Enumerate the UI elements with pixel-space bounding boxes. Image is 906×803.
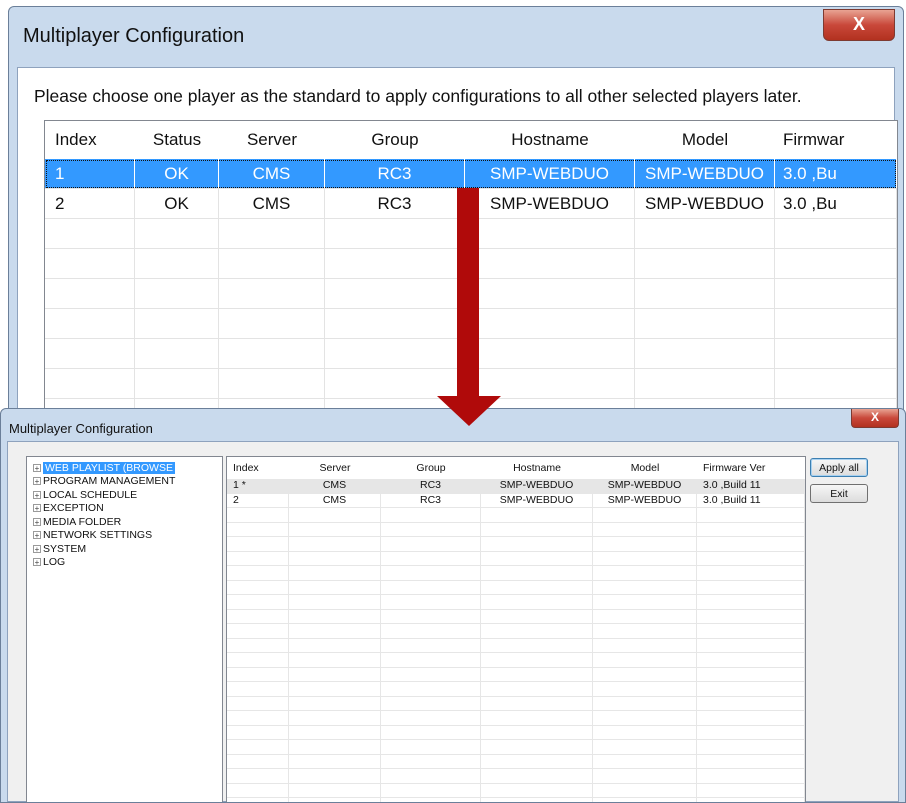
- player-list-header: Index Status Server Group Hostname Model…: [45, 121, 897, 159]
- cell-firmware: 3.0 ,Bu: [775, 159, 897, 188]
- column-header-group[interactable]: Group: [381, 457, 481, 479]
- expand-icon[interactable]: +: [33, 558, 41, 567]
- empty-row: [227, 551, 805, 566]
- empty-row: [227, 711, 805, 726]
- empty-row: [227, 725, 805, 740]
- empty-row: [227, 798, 805, 802]
- cell-server: CMS: [289, 479, 381, 493]
- column-header-group[interactable]: Group: [325, 121, 465, 159]
- multiplayer-configuration-dialog: Multiplayer Configuration X + WEB PLAYLIS…: [0, 408, 906, 803]
- expand-icon[interactable]: +: [33, 490, 41, 499]
- tree-item-system[interactable]: + SYSTEM: [27, 542, 222, 556]
- column-header-firmware[interactable]: Firmware Ver: [697, 457, 805, 479]
- tree-item-program-management[interactable]: + PROGRAM MANAGEMENT: [27, 475, 222, 489]
- cell-status: OK: [135, 159, 219, 188]
- cell-group: RC3: [381, 479, 481, 493]
- cell-status: OK: [135, 189, 219, 218]
- cell-group: RC3: [325, 159, 465, 188]
- exit-button[interactable]: Exit: [810, 484, 868, 503]
- column-header-firmware[interactable]: Firmwar: [775, 121, 897, 159]
- column-header-index[interactable]: Index: [227, 457, 289, 479]
- column-header-index[interactable]: Index: [45, 121, 135, 159]
- empty-row: [227, 624, 805, 639]
- tree-item-local-schedule[interactable]: + LOCAL SCHEDULE: [27, 488, 222, 502]
- zoomed-multiplayer-dialog: Multiplayer Configuration X Please choos…: [8, 6, 904, 426]
- dialog-title: Multiplayer Configuration: [9, 421, 153, 436]
- cell-firmware: 3.0 ,Build 11: [697, 493, 805, 507]
- column-header-model[interactable]: Model: [635, 121, 775, 159]
- tree-item-media-folder[interactable]: + MEDIA FOLDER: [27, 515, 222, 529]
- expand-icon[interactable]: +: [33, 517, 41, 526]
- empty-row: [227, 682, 805, 697]
- dialog-client-area: Please choose one player as the standard…: [17, 67, 898, 425]
- empty-row: [227, 754, 805, 769]
- tree-item-log[interactable]: + LOG: [27, 556, 222, 570]
- cell-model: SMP-WEBDUO: [635, 159, 775, 188]
- empty-row: [227, 508, 805, 523]
- down-arrow-shaft: [457, 188, 479, 398]
- expand-icon[interactable]: +: [33, 544, 41, 553]
- player-list[interactable]: Index Server Group Hostname Model Firmwa…: [226, 456, 806, 802]
- instruction-text: Please choose one player as the standard…: [34, 86, 802, 106]
- cell-hostname: SMP-WEBDUO: [465, 189, 635, 218]
- close-button[interactable]: X: [823, 9, 895, 41]
- cell-group: RC3: [381, 493, 481, 507]
- cell-model: SMP-WEBDUO: [593, 493, 697, 507]
- column-header-status[interactable]: Status: [135, 121, 219, 159]
- apply-all-button[interactable]: Apply all: [810, 458, 868, 477]
- cell-model: SMP-WEBDUO: [635, 189, 775, 218]
- expand-icon[interactable]: +: [33, 531, 41, 540]
- expand-icon[interactable]: +: [33, 463, 41, 472]
- column-header-model[interactable]: Model: [593, 457, 697, 479]
- column-header-hostname[interactable]: Hostname: [465, 121, 635, 159]
- dialog-client-area: + WEB PLAYLIST (BROWSE + PROGRAM MANAGEMEN…: [7, 441, 899, 802]
- tree-item-web-playlist[interactable]: + WEB PLAYLIST (BROWSE: [27, 461, 222, 475]
- expand-icon[interactable]: +: [33, 504, 41, 513]
- cell-firmware: 3.0 ,Build 11: [697, 479, 805, 493]
- cell-hostname: SMP-WEBDUO: [481, 479, 593, 493]
- down-arrow-head: [437, 396, 501, 426]
- empty-row: [227, 537, 805, 552]
- empty-row: [227, 566, 805, 581]
- tree-item-network-settings[interactable]: + NETWORK SETTINGS: [27, 529, 222, 543]
- empty-row: [227, 783, 805, 798]
- close-button[interactable]: X: [851, 409, 899, 428]
- cell-index: 1 *: [227, 479, 289, 493]
- empty-row: [227, 740, 805, 755]
- empty-row: [227, 522, 805, 537]
- empty-row: [227, 667, 805, 682]
- cell-server: CMS: [219, 189, 325, 218]
- settings-tree[interactable]: + WEB PLAYLIST (BROWSE + PROGRAM MANAGEMEN…: [26, 456, 223, 802]
- column-header-server[interactable]: Server: [289, 457, 381, 479]
- cell-server: CMS: [289, 493, 381, 507]
- empty-row: [227, 609, 805, 624]
- empty-row: [227, 653, 805, 668]
- cell-server: CMS: [219, 159, 325, 188]
- cell-model: SMP-WEBDUO: [593, 479, 697, 493]
- player-row[interactable]: 1 * CMS RC3 SMP-WEBDUO SMP-WEBDUO 3.0 ,B…: [227, 479, 805, 494]
- cell-group: RC3: [325, 189, 465, 218]
- column-header-hostname[interactable]: Hostname: [481, 457, 593, 479]
- cell-hostname: SMP-WEBDUO: [465, 159, 635, 188]
- tree-item-exception[interactable]: + EXCEPTION: [27, 502, 222, 516]
- player-list-header: Index Server Group Hostname Model Firmwa…: [227, 457, 805, 479]
- close-icon: X: [852, 14, 865, 34]
- empty-row: [227, 696, 805, 711]
- close-icon: X: [870, 410, 879, 424]
- player-row[interactable]: 2 CMS RC3 SMP-WEBDUO SMP-WEBDUO 3.0 ,Bui…: [227, 493, 805, 508]
- cell-index: 2: [45, 189, 135, 218]
- expand-icon[interactable]: +: [33, 477, 41, 486]
- player-row[interactable]: 1 OK CMS RC3 SMP-WEBDUO SMP-WEBDUO 3.0 ,…: [45, 159, 897, 189]
- dialog-title: Multiplayer Configuration: [23, 25, 245, 47]
- empty-rows: [227, 508, 805, 802]
- empty-row: [227, 638, 805, 653]
- cell-index: 2: [227, 493, 289, 507]
- cell-hostname: SMP-WEBDUO: [481, 493, 593, 507]
- column-header-server[interactable]: Server: [219, 121, 325, 159]
- cell-firmware: 3.0 ,Bu: [775, 189, 897, 218]
- cell-index: 1: [45, 159, 135, 188]
- empty-row: [227, 580, 805, 595]
- empty-row: [227, 769, 805, 784]
- empty-row: [227, 595, 805, 610]
